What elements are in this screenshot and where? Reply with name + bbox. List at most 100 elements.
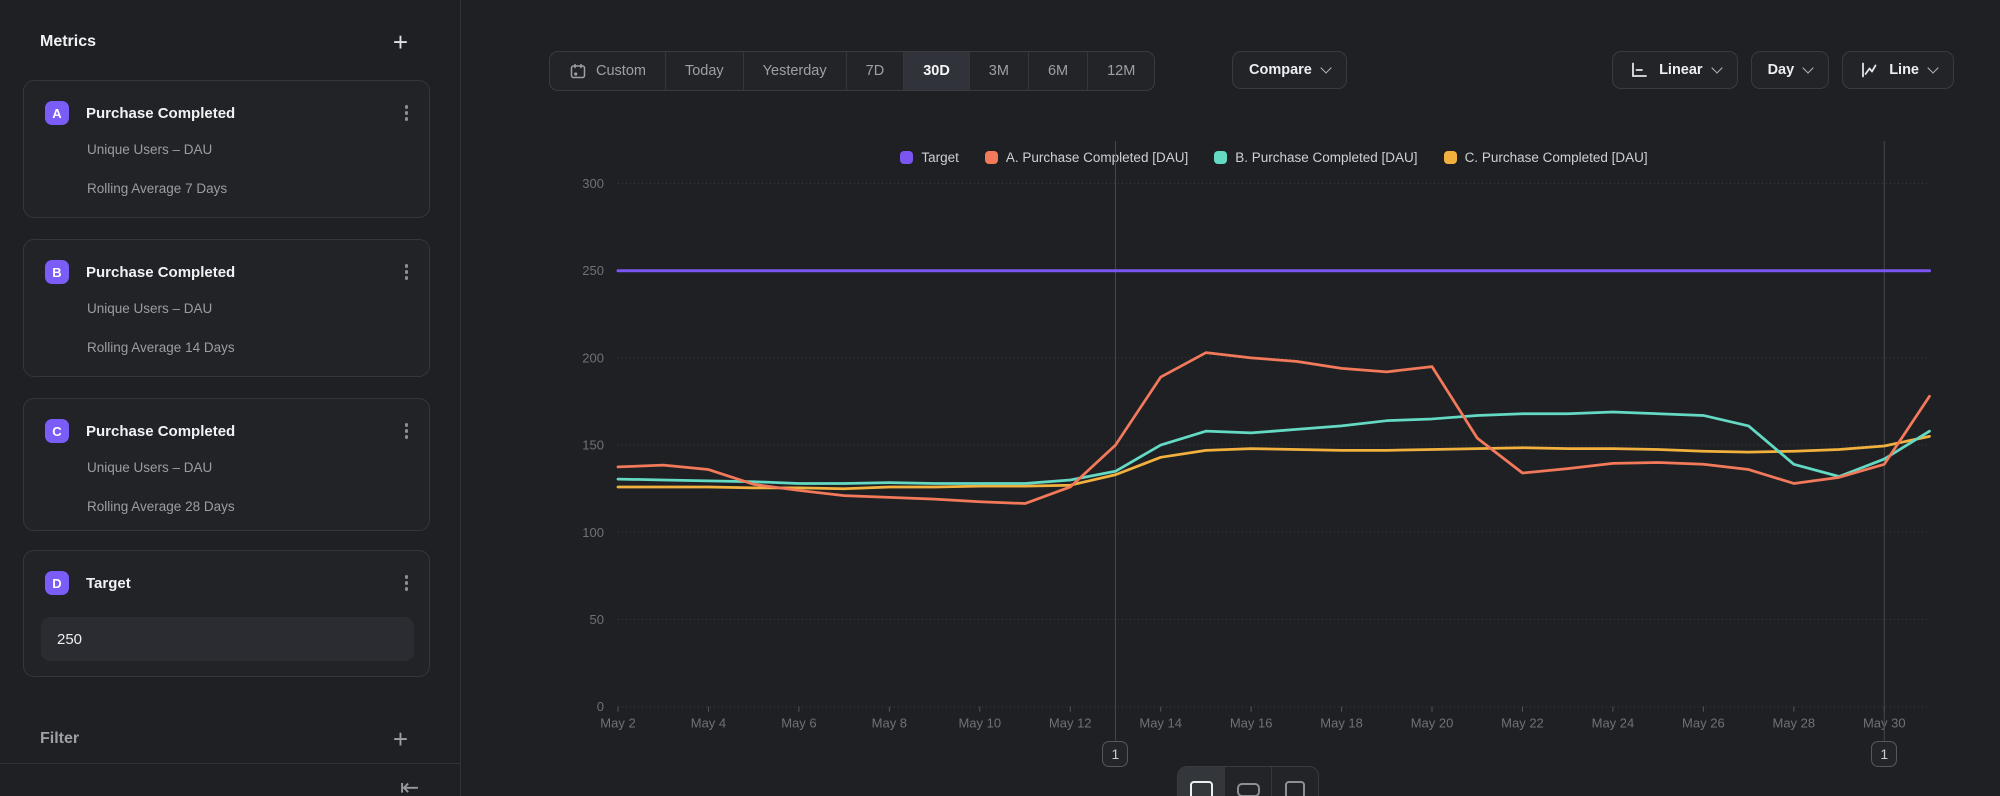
metric-title: Purchase Completed bbox=[86, 105, 400, 122]
scale-dropdown[interactable]: Linear bbox=[1612, 51, 1738, 89]
x-axis-label: May 12 bbox=[1049, 716, 1092, 731]
date-range-label: Today bbox=[685, 63, 724, 79]
sidebar-divider bbox=[0, 763, 461, 764]
add-filter-button[interactable]: + bbox=[393, 728, 408, 750]
y-axis-label: 300 bbox=[582, 176, 604, 191]
metric-card-c[interactable]: C Purchase Completed Unique Users – DAU … bbox=[23, 398, 430, 531]
x-axis-label: May 8 bbox=[872, 716, 907, 731]
series-line-c bbox=[618, 436, 1930, 488]
calendar-icon bbox=[569, 62, 587, 80]
metric-letter-badge: B bbox=[45, 260, 69, 284]
x-axis-label: May 24 bbox=[1592, 716, 1635, 731]
date-range-today[interactable]: Today bbox=[665, 52, 743, 90]
date-range-label: Yesterday bbox=[763, 63, 827, 79]
kebab-menu-icon[interactable] bbox=[400, 571, 414, 595]
y-axis-label: 50 bbox=[590, 612, 604, 627]
x-axis-label: May 20 bbox=[1411, 716, 1454, 731]
series-line-a bbox=[618, 353, 1930, 504]
metrics-header: Metrics + bbox=[40, 28, 408, 56]
collapse-sidebar-icon[interactable]: ⇤ bbox=[400, 774, 419, 796]
metric-rolling-average: Rolling Average 7 Days bbox=[87, 181, 227, 196]
metrics-sidebar: Metrics + A Purchase Completed Unique Us… bbox=[0, 0, 461, 796]
annotation-badge[interactable]: 1 bbox=[1102, 741, 1128, 767]
date-range-segmented-control: Custom Today Yesterday 7D 30D 3M 6M 12M bbox=[549, 51, 1155, 91]
y-axis-label: 150 bbox=[582, 438, 604, 453]
target-card-header: D Target bbox=[45, 570, 413, 596]
metric-measure: Unique Users – DAU bbox=[87, 460, 212, 475]
filter-section: Filter + bbox=[40, 726, 408, 752]
table-view-toggle[interactable] bbox=[1271, 767, 1318, 796]
date-range-7d[interactable]: 7D bbox=[846, 52, 904, 90]
legend-item[interactable]: A. Purchase Completed [DAU] bbox=[985, 150, 1188, 165]
date-range-yesterday[interactable]: Yesterday bbox=[743, 52, 846, 90]
bar-view-toggle[interactable] bbox=[1224, 767, 1271, 796]
compare-button[interactable]: Compare bbox=[1232, 51, 1347, 89]
filter-title: Filter bbox=[40, 730, 79, 748]
date-range-label: 7D bbox=[866, 63, 885, 79]
date-range-label: 30D bbox=[923, 63, 950, 79]
kebab-menu-icon[interactable] bbox=[400, 260, 414, 284]
date-range-3m[interactable]: 3M bbox=[969, 52, 1028, 90]
date-range-6m[interactable]: 6M bbox=[1028, 52, 1087, 90]
scale-label: Linear bbox=[1659, 62, 1703, 78]
x-axis-label: May 14 bbox=[1139, 716, 1182, 731]
metric-letter-badge: A bbox=[45, 101, 69, 125]
metric-card-c-header: C Purchase Completed bbox=[45, 418, 413, 444]
metrics-title: Metrics bbox=[40, 33, 96, 51]
legend-item[interactable]: B. Purchase Completed [DAU] bbox=[1214, 150, 1417, 165]
metric-measure: Unique Users – DAU bbox=[87, 301, 212, 316]
metric-letter-badge: D bbox=[45, 571, 69, 595]
kebab-menu-icon[interactable] bbox=[400, 101, 414, 125]
x-axis-label: May 2 bbox=[600, 716, 635, 731]
metric-title: Purchase Completed bbox=[86, 264, 400, 281]
target-value-input[interactable]: 250 bbox=[41, 617, 414, 661]
x-axis-label: May 6 bbox=[781, 716, 816, 731]
date-range-label: 6M bbox=[1048, 63, 1068, 79]
legend-item[interactable]: Target bbox=[900, 150, 959, 165]
metric-title: Purchase Completed bbox=[86, 423, 400, 440]
legend-swatch bbox=[1214, 151, 1227, 164]
legend-label: C. Purchase Completed [DAU] bbox=[1465, 150, 1648, 165]
bar-view-icon bbox=[1237, 783, 1260, 796]
line-chart-icon bbox=[1859, 61, 1879, 79]
x-axis-label: May 30 bbox=[1863, 716, 1906, 731]
x-axis-label: May 22 bbox=[1501, 716, 1544, 731]
metric-letter-badge: C bbox=[45, 419, 69, 443]
date-range-label: 12M bbox=[1107, 63, 1135, 79]
target-card[interactable]: D Target 250 bbox=[23, 550, 430, 677]
chart-type-dropdown[interactable]: Line bbox=[1842, 51, 1954, 89]
chevron-down-icon bbox=[1803, 62, 1814, 73]
kebab-menu-icon[interactable] bbox=[400, 419, 414, 443]
date-range-label: Custom bbox=[596, 63, 646, 79]
x-axis-label: May 4 bbox=[691, 716, 726, 731]
chart-view-toggle[interactable] bbox=[1178, 767, 1224, 796]
table-view-icon bbox=[1285, 781, 1305, 796]
granularity-dropdown[interactable]: Day bbox=[1751, 51, 1830, 89]
annotation-badge[interactable]: 1 bbox=[1871, 741, 1897, 767]
legend-swatch bbox=[985, 151, 998, 164]
legend-label: A. Purchase Completed [DAU] bbox=[1006, 150, 1188, 165]
date-range-12m[interactable]: 12M bbox=[1087, 52, 1154, 90]
view-toggle-control bbox=[1177, 766, 1319, 796]
date-range-custom[interactable]: Custom bbox=[550, 52, 665, 90]
metric-rolling-average: Rolling Average 28 Days bbox=[87, 499, 235, 514]
add-metric-button[interactable]: + bbox=[393, 31, 408, 53]
granularity-label: Day bbox=[1768, 62, 1795, 78]
metric-rolling-average: Rolling Average 14 Days bbox=[87, 340, 235, 355]
legend-swatch bbox=[900, 151, 913, 164]
metric-card-a-header: A Purchase Completed bbox=[45, 100, 413, 126]
x-axis-label: May 16 bbox=[1230, 716, 1273, 731]
metric-card-a[interactable]: A Purchase Completed Unique Users – DAU … bbox=[23, 80, 430, 218]
chevron-down-icon bbox=[1711, 62, 1722, 73]
linear-scale-icon bbox=[1629, 61, 1649, 79]
chart-legend: Target A. Purchase Completed [DAU] B. Purc… bbox=[618, 150, 1930, 165]
y-axis-label: 250 bbox=[582, 263, 604, 278]
series-line-b bbox=[618, 412, 1930, 484]
y-axis-label: 200 bbox=[582, 350, 604, 365]
chevron-down-icon bbox=[1927, 62, 1938, 73]
date-range-30d[interactable]: 30D bbox=[903, 52, 969, 90]
chevron-down-icon bbox=[1320, 62, 1331, 73]
x-axis-label: May 26 bbox=[1682, 716, 1725, 731]
metric-card-b[interactable]: B Purchase Completed Unique Users – DAU … bbox=[23, 239, 430, 377]
legend-item[interactable]: C. Purchase Completed [DAU] bbox=[1444, 150, 1648, 165]
